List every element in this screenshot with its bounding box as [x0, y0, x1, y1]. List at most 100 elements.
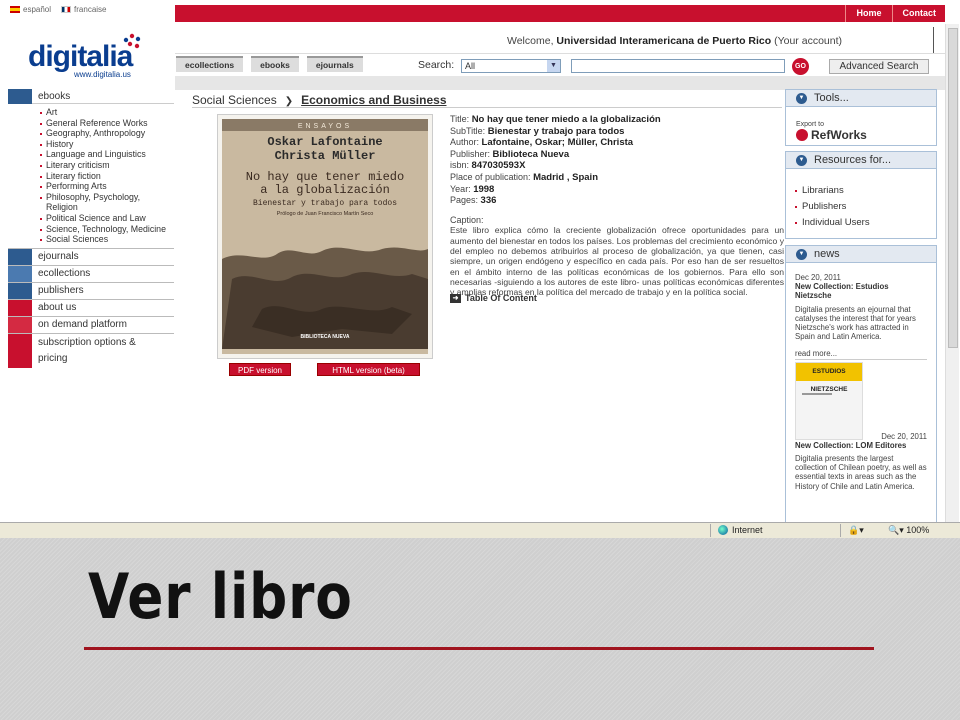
meta-label: Author: — [450, 137, 480, 148]
pdf-version-button[interactable]: PDF version — [229, 363, 291, 376]
sidebar-item-publishers[interactable]: publishers — [8, 282, 174, 300]
search-label: Search: — [418, 59, 455, 71]
home-link[interactable]: Home — [845, 5, 891, 22]
meta-place: Madrid , Spain — [533, 171, 599, 183]
resource-individual-users[interactable]: Individual Users — [786, 215, 936, 231]
chevron-down-icon: ▼ — [796, 248, 807, 260]
advanced-search-button[interactable]: Advanced Search — [829, 59, 929, 74]
news-header: ▼ news — [786, 246, 936, 263]
sidebar-item-label: ejournals — [38, 250, 79, 262]
spain-flag-icon — [10, 6, 20, 13]
breadcrumb-parent[interactable]: Social Sciences — [192, 93, 277, 107]
tab-ecollections[interactable]: ecollections — [176, 56, 244, 72]
subject-political-science[interactable]: Political Science and Law — [40, 213, 174, 224]
news-thumbnail[interactable]: ESTUDIOS NIETZSCHE — [795, 361, 863, 440]
news-panel: ▼ news Dec 20, 2011 New Collection: Estud… — [785, 245, 937, 525]
cover-publisher: BIBLIOTECA NUEVA — [300, 334, 350, 340]
sidebar-item-on-demand[interactable]: on demand platform — [8, 316, 174, 334]
chevron-down-icon: ▼ — [796, 92, 807, 104]
subject-geography[interactable]: Geography, Anthropology — [40, 128, 174, 139]
search-scope-select[interactable]: All ▼ — [461, 59, 561, 73]
language-switcher: español francaise — [10, 5, 107, 14]
export-label: Export to — [796, 121, 825, 128]
lang-es-link[interactable]: español — [10, 5, 51, 14]
subject-science[interactable]: Science, Technology, Medicine — [40, 224, 174, 235]
subject-history[interactable]: History — [40, 139, 174, 150]
search-input[interactable] — [571, 59, 785, 73]
meta-author[interactable]: Lafontaine, Oskar; Müller, Christa — [482, 137, 634, 148]
meta-label: Publisher: — [450, 148, 491, 159]
digitalia-logo[interactable]: digitalia www.digitalia.us — [28, 33, 141, 79]
go-button[interactable]: GO — [792, 58, 809, 75]
subject-social-sciences[interactable]: Social Sciences — [40, 234, 174, 245]
meta-subtitle: Bienestar y trabajo para todos — [487, 125, 625, 137]
meta-label: Title: — [450, 114, 470, 124]
cover-author-2: Christa Müller — [274, 149, 376, 163]
subject-art[interactable]: Art — [40, 107, 174, 118]
meta-label: isbn: — [450, 160, 470, 171]
meta-publisher[interactable]: Biblioteca Nueva — [493, 149, 570, 160]
header-divider — [933, 27, 934, 53]
sidebar-item-subscription[interactable]: subscription options & pricing — [8, 333, 174, 368]
sidebar-item-about-us[interactable]: about us — [8, 299, 174, 317]
subject-general-reference[interactable]: General Reference Works — [40, 118, 174, 129]
breadcrumb-rule — [192, 107, 782, 108]
subject-language[interactable]: Language and Linguistics — [40, 149, 174, 160]
arrow-right-icon: ➜ — [450, 293, 461, 303]
book-cover[interactable]: ENSAYOS Oskar Lafontaine Christa Müller … — [217, 114, 433, 359]
chevron-down-icon: ▼ — [796, 154, 807, 166]
cover-subtitle: Bienestar y trabajo para todos — [252, 199, 398, 208]
news-date: Dec 20, 2011 — [795, 273, 841, 282]
read-more-link[interactable]: read more... — [795, 349, 927, 360]
tab-ebooks[interactable]: ebooks — [251, 56, 299, 72]
sidebar-item-ecollections[interactable]: ecollections — [8, 265, 174, 283]
resources-title: Resources for... — [814, 154, 892, 166]
meta-subtitle-row: SubTitle: Bienestar y trabajo para todos — [450, 126, 784, 138]
resource-publishers[interactable]: Publishers — [786, 199, 936, 215]
cover-prologue: Prólogo de Juan Francisco Martín Seco — [276, 211, 374, 217]
toc-label: Table Of Content — [465, 293, 537, 303]
meta-year-row: Year: 1998 — [450, 184, 784, 196]
tools-panel: ▼ Tools... Export to RefWorks — [785, 89, 937, 146]
meta-label: Place of publication: — [450, 171, 531, 182]
table-of-content-link[interactable]: ➜ Table Of Content — [450, 293, 537, 303]
your-account-link[interactable]: (Your account) — [774, 35, 842, 47]
meta-author-row: Author: Lafontaine, Oskar; Müller, Chris… — [450, 137, 784, 149]
breadcrumb-current[interactable]: Economics and Business — [301, 93, 446, 107]
subject-literary-fiction[interactable]: Literary fiction — [40, 171, 174, 182]
news-item-title[interactable]: New Collection: Estudios Nietzsche — [795, 282, 927, 300]
tab-ejournals[interactable]: ejournals — [306, 56, 363, 72]
html-version-button[interactable]: HTML version (beta) — [317, 363, 420, 376]
news-item-title[interactable]: New Collection: LOM Editores — [795, 441, 927, 450]
zoom-level[interactable]: 🔍▾ 100% — [888, 525, 929, 536]
news-title: news — [814, 248, 840, 260]
breadcrumb: Social Sciences ❯ Economics and Business — [192, 93, 447, 107]
subject-literary-criticism[interactable]: Literary criticism — [40, 160, 174, 171]
cover-authors: Oskar Lafontaine Christa Müller — [222, 135, 428, 163]
vertical-scrollbar[interactable] — [945, 24, 959, 524]
security-zone: Internet — [718, 525, 763, 535]
top-nav: Home Contact — [845, 5, 946, 22]
logo-wordmark: digitalia — [28, 40, 133, 73]
logo-dots-icon — [123, 33, 141, 49]
protected-mode-icon[interactable]: 🔒▾ — [848, 525, 864, 536]
sidebar-item-label: subscription options & pricing — [38, 336, 136, 364]
sidebar-marker — [8, 299, 32, 316]
subject-performing-arts[interactable]: Performing Arts — [40, 181, 174, 192]
meta-pages: 336 — [480, 195, 497, 207]
globe-icon — [718, 525, 728, 535]
meta-publisher-row: Publisher: Biblioteca Nueva — [450, 149, 784, 161]
sidebar-item-ejournals[interactable]: ejournals — [8, 247, 174, 266]
meta-isbn-row: isbn: 847030593X — [450, 160, 784, 172]
meta-title: No hay que tener miedo a la globalizació… — [471, 114, 661, 125]
refworks-export-link[interactable]: RefWorks — [796, 128, 936, 142]
sidebar-item-ebooks[interactable]: ebooks — [8, 88, 174, 104]
subject-philosophy[interactable]: Philosophy, Psychology, Religion — [40, 192, 174, 213]
contact-link[interactable]: Contact — [891, 5, 947, 22]
sidebar-item-label: publishers — [38, 284, 84, 296]
resource-librarians[interactable]: Librarians — [786, 183, 936, 199]
status-separator — [710, 524, 711, 537]
lang-fr-link[interactable]: francaise — [61, 5, 107, 14]
scrollbar-thumb[interactable] — [948, 28, 958, 348]
caption-label: Caption: — [450, 214, 484, 225]
